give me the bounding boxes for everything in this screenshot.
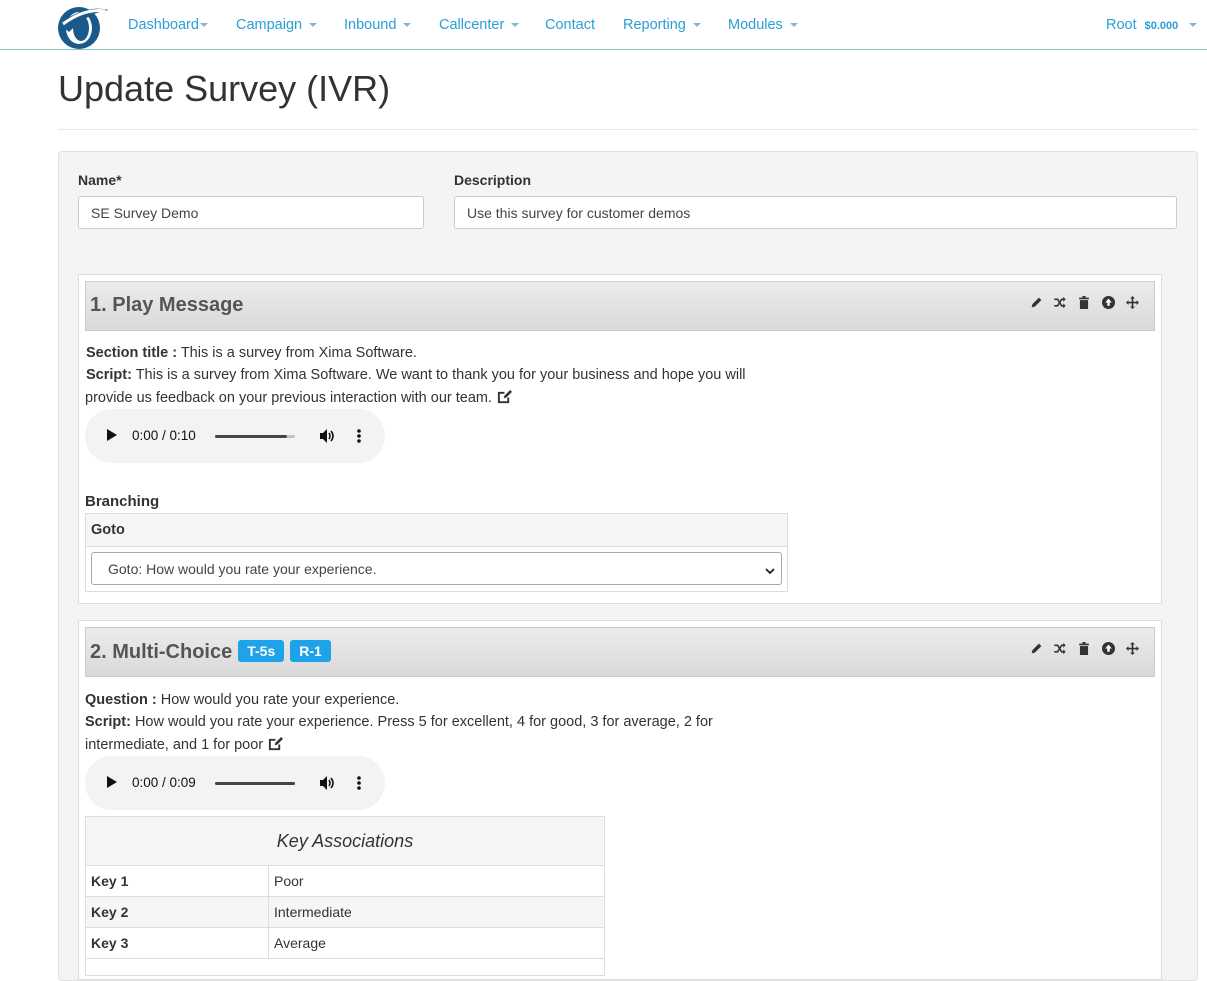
name-input[interactable]: SE Survey Demo	[78, 196, 424, 229]
nav-reporting[interactable]: Reporting	[623, 17, 701, 33]
name-label: Name*	[78, 172, 122, 188]
account-balance: $0.000	[1144, 20, 1179, 32]
volume-slider[interactable]	[215, 435, 295, 438]
section-title-line: Section title : This is a survey from Xi…	[86, 345, 417, 361]
top-navbar: Dashboard Campaign Inbound Callcenter Co…	[0, 0, 1207, 50]
play-icon[interactable]	[107, 429, 117, 441]
pencil-icon[interactable]	[1029, 295, 1043, 309]
goto-select-value: Goto: How would you rate your experience…	[108, 561, 377, 577]
pencil-icon[interactable]	[1029, 641, 1043, 655]
caret-down-icon	[403, 23, 412, 28]
script-line-cont: provide us feedback on your previous int…	[85, 389, 513, 408]
nav-contact[interactable]: Contact	[545, 17, 595, 33]
trash-icon[interactable]	[1077, 641, 1091, 655]
caret-down-icon	[199, 23, 208, 28]
key-value: Poor	[274, 873, 304, 889]
play-icon[interactable]	[107, 776, 117, 788]
table-row: Key 2 Intermediate	[86, 897, 604, 928]
caret-down-icon	[511, 23, 520, 28]
nav-dashboard[interactable]: Dashboard	[128, 17, 208, 33]
move-icon[interactable]	[1125, 641, 1139, 655]
section-title: 1. Play Message	[90, 294, 244, 316]
description-input[interactable]: Use this survey for customer demos	[454, 196, 1177, 229]
shuffle-icon[interactable]	[1053, 295, 1067, 309]
question-line: Question : How would you rate your exper…	[85, 692, 400, 708]
caret-down-icon	[692, 23, 701, 28]
edit-script-icon[interactable]	[496, 389, 513, 408]
caret-down-icon	[789, 23, 798, 28]
goto-select[interactable]: Goto: How would you rate your experience…	[91, 552, 782, 585]
chevron-down-icon	[765, 563, 775, 579]
table-row: Key 1 Poor	[86, 866, 604, 897]
move-icon[interactable]	[1125, 295, 1139, 309]
key-associations-table: Key Associations Key 1 Poor Key 2 Intermed…	[85, 816, 605, 976]
nav-callcenter[interactable]: Callcenter	[439, 17, 520, 33]
audio-time: 0:00 / 0:09	[132, 775, 196, 790]
caret-down-icon[interactable]	[1189, 23, 1197, 27]
nav-modules[interactable]: Modules	[728, 17, 798, 33]
key-label: Key 1	[91, 873, 129, 889]
nav-inbound[interactable]: Inbound	[344, 17, 412, 33]
shuffle-icon[interactable]	[1053, 641, 1067, 655]
key-label: Key 3	[91, 935, 129, 951]
volume-slider[interactable]	[215, 782, 295, 785]
branching-label: Branching	[85, 493, 160, 510]
volume-icon[interactable]	[319, 775, 335, 791]
script-line-cont: intermediate, and 1 for poor	[85, 736, 284, 755]
branching-table: Goto Goto: How would you rate your exper…	[85, 513, 788, 592]
section-header	[85, 281, 1155, 331]
page-title: Update Survey (IVR)	[58, 68, 391, 109]
table-row: Key 3 Average	[86, 928, 604, 959]
description-label: Description	[454, 172, 532, 188]
user-name: Root	[1106, 17, 1137, 33]
volume-icon[interactable]	[319, 428, 335, 444]
trash-icon[interactable]	[1077, 295, 1091, 309]
arrow-up-circle-icon[interactable]	[1101, 295, 1115, 309]
branch-header: Goto	[86, 514, 787, 547]
retry-badge: R-1	[290, 640, 331, 662]
section-toolbar	[1029, 295, 1139, 309]
nav-campaign[interactable]: Campaign	[236, 17, 318, 33]
key-label: Key 2	[91, 904, 129, 920]
edit-script-icon[interactable]	[267, 736, 284, 755]
user-menu[interactable]: Root $0.000	[1106, 17, 1178, 33]
audio-time: 0:00 / 0:10	[132, 428, 196, 443]
script-line: Script: This is a survey from Xima Softw…	[86, 367, 746, 383]
key-value: Intermediate	[274, 904, 352, 920]
section-toolbar	[1029, 641, 1139, 655]
section-title: 2. Multi-Choice T-5s R-1	[90, 640, 331, 664]
more-options-icon[interactable]	[355, 775, 363, 791]
arrow-up-circle-icon[interactable]	[1101, 641, 1115, 655]
timeout-badge: T-5s	[238, 640, 285, 662]
caret-down-icon	[309, 23, 318, 28]
brand-logo[interactable]	[55, 2, 111, 50]
key-associations-caption: Key Associations	[86, 817, 604, 866]
script-line: Script: How would you rate your experien…	[85, 714, 713, 730]
key-value: Average	[274, 935, 326, 951]
audio-player: 0:00 / 0:10	[85, 409, 385, 463]
more-options-icon[interactable]	[355, 428, 363, 444]
audio-player: 0:00 / 0:09	[85, 756, 385, 810]
divider	[58, 129, 1198, 130]
